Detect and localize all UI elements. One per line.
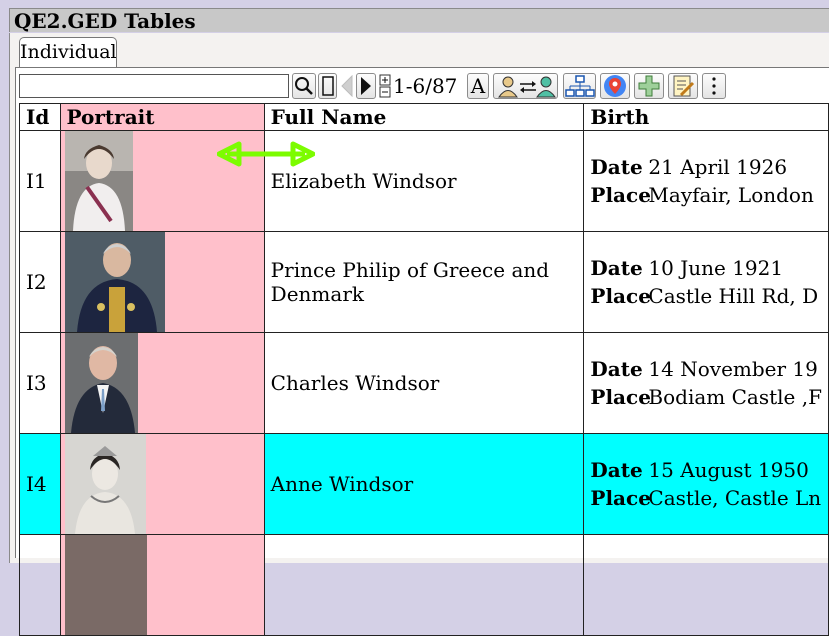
previous-page-button[interactable] — [340, 73, 354, 99]
cell-portrait — [59, 534, 265, 636]
column-header-birth[interactable]: Birth — [583, 103, 829, 131]
table-header-row: Id Portrait Full Name Birth — [19, 103, 829, 131]
column-header-portrait[interactable]: Portrait — [59, 103, 265, 131]
add-button[interactable] — [634, 73, 664, 99]
plus-icon — [638, 75, 660, 97]
birth-date: 10 June 1921 — [648, 256, 784, 280]
table-row[interactable]: I3 Charles Windsor Date 14 November 19 Pl… — [19, 332, 829, 434]
table-row-selected[interactable]: I4 Anne Windsor Date 15 August 1950 Place… — [19, 433, 829, 535]
cell-full-name: Charles Windsor — [263, 332, 585, 434]
birth-place-label: Place — [590, 385, 651, 409]
birth-place-label: Place — [590, 284, 651, 308]
map-button[interactable] — [600, 73, 630, 99]
edit-note-icon — [673, 75, 695, 97]
cell-id: I1 — [19, 130, 61, 232]
cell-id: I2 — [19, 231, 61, 333]
next-page-button[interactable] — [356, 73, 376, 99]
more-menu-button[interactable] — [702, 73, 726, 99]
cell-portrait — [59, 433, 265, 535]
portrait-image — [64, 535, 147, 635]
table-row[interactable]: I1 Elizabeth Windsor Date 21 April 1926 P… — [19, 130, 829, 232]
column-header-full-name[interactable]: Full Name — [263, 103, 585, 131]
map-pin-icon — [604, 75, 626, 97]
cell-birth: Date 21 April 1926 PlaceMayfair, London — [583, 130, 829, 232]
search-input[interactable] — [19, 74, 289, 98]
cell-id: I4 — [19, 433, 61, 535]
birth-place: Castle Hill Rd, D — [648, 284, 819, 308]
swap-persons-icon — [497, 76, 556, 98]
rows-stepper[interactable] — [378, 73, 391, 99]
table-row[interactable]: I2 Prince Philip of Greece and Denmark D… — [19, 231, 829, 333]
swap-persons-button[interactable] — [493, 73, 558, 99]
triangle-right-icon — [361, 77, 371, 95]
tab-individual[interactable]: Individual — [19, 37, 117, 68]
portrait-image — [64, 131, 133, 231]
portrait-image — [64, 434, 146, 534]
birth-place-label: Place — [590, 183, 651, 207]
portrait-image — [64, 232, 165, 332]
first-page-button[interactable] — [318, 73, 337, 99]
birth-date-label: Date — [590, 155, 643, 179]
window-title: QE2.GED Tables — [9, 8, 829, 33]
birth-place-label: Place — [590, 486, 651, 510]
column-header-id[interactable]: Id — [19, 103, 61, 131]
cell-birth: Date 15 August 1950 PlaceCastle, Castle L… — [583, 433, 829, 535]
cell-birth: Date 10 June 1921 PlaceCastle Hill Rd, D — [583, 231, 829, 333]
family-tree-icon — [564, 75, 595, 97]
table-row-partial[interactable] — [19, 534, 829, 636]
triangle-left-icon — [341, 75, 353, 97]
cell-portrait — [59, 332, 265, 434]
cell-birth — [583, 534, 829, 636]
individual-table: Id Portrait Full Name Birth I1 Elizabeth… — [19, 103, 829, 636]
birth-date-label: Date — [590, 458, 643, 482]
search-button[interactable] — [292, 73, 316, 99]
more-vertical-icon — [712, 77, 716, 95]
cell-full-name: Anne Windsor — [263, 433, 585, 535]
birth-place: Castle, Castle Ln — [648, 486, 822, 510]
resize-horizontal-icon — [217, 141, 315, 167]
font-button[interactable]: A — [467, 73, 489, 99]
edit-button[interactable] — [668, 73, 698, 99]
page-label: 1-6/87 — [393, 74, 458, 98]
birth-place: Mayfair, London — [648, 183, 814, 207]
birth-date: 14 November 19 — [648, 357, 818, 381]
cell-full-name: Prince Philip of Greece and Denmark — [263, 231, 585, 333]
cell-id — [19, 534, 61, 636]
cell-portrait — [59, 231, 265, 333]
cell-birth: Date 14 November 19 PlaceBodiam Castle ,F — [583, 332, 829, 434]
birth-place: Bodiam Castle ,F — [648, 385, 822, 409]
portrait-image — [64, 333, 138, 433]
search-icon — [295, 77, 313, 95]
cell-full-name — [263, 534, 585, 636]
birth-date-label: Date — [590, 256, 643, 280]
birth-date: 21 April 1926 — [648, 155, 788, 179]
birth-date: 15 August 1950 — [648, 458, 809, 482]
page-icon — [321, 76, 334, 96]
cell-id: I3 — [19, 332, 61, 434]
family-tree-button[interactable] — [563, 73, 596, 99]
birth-date-label: Date — [590, 357, 643, 381]
plus-minus-icon — [379, 74, 390, 98]
